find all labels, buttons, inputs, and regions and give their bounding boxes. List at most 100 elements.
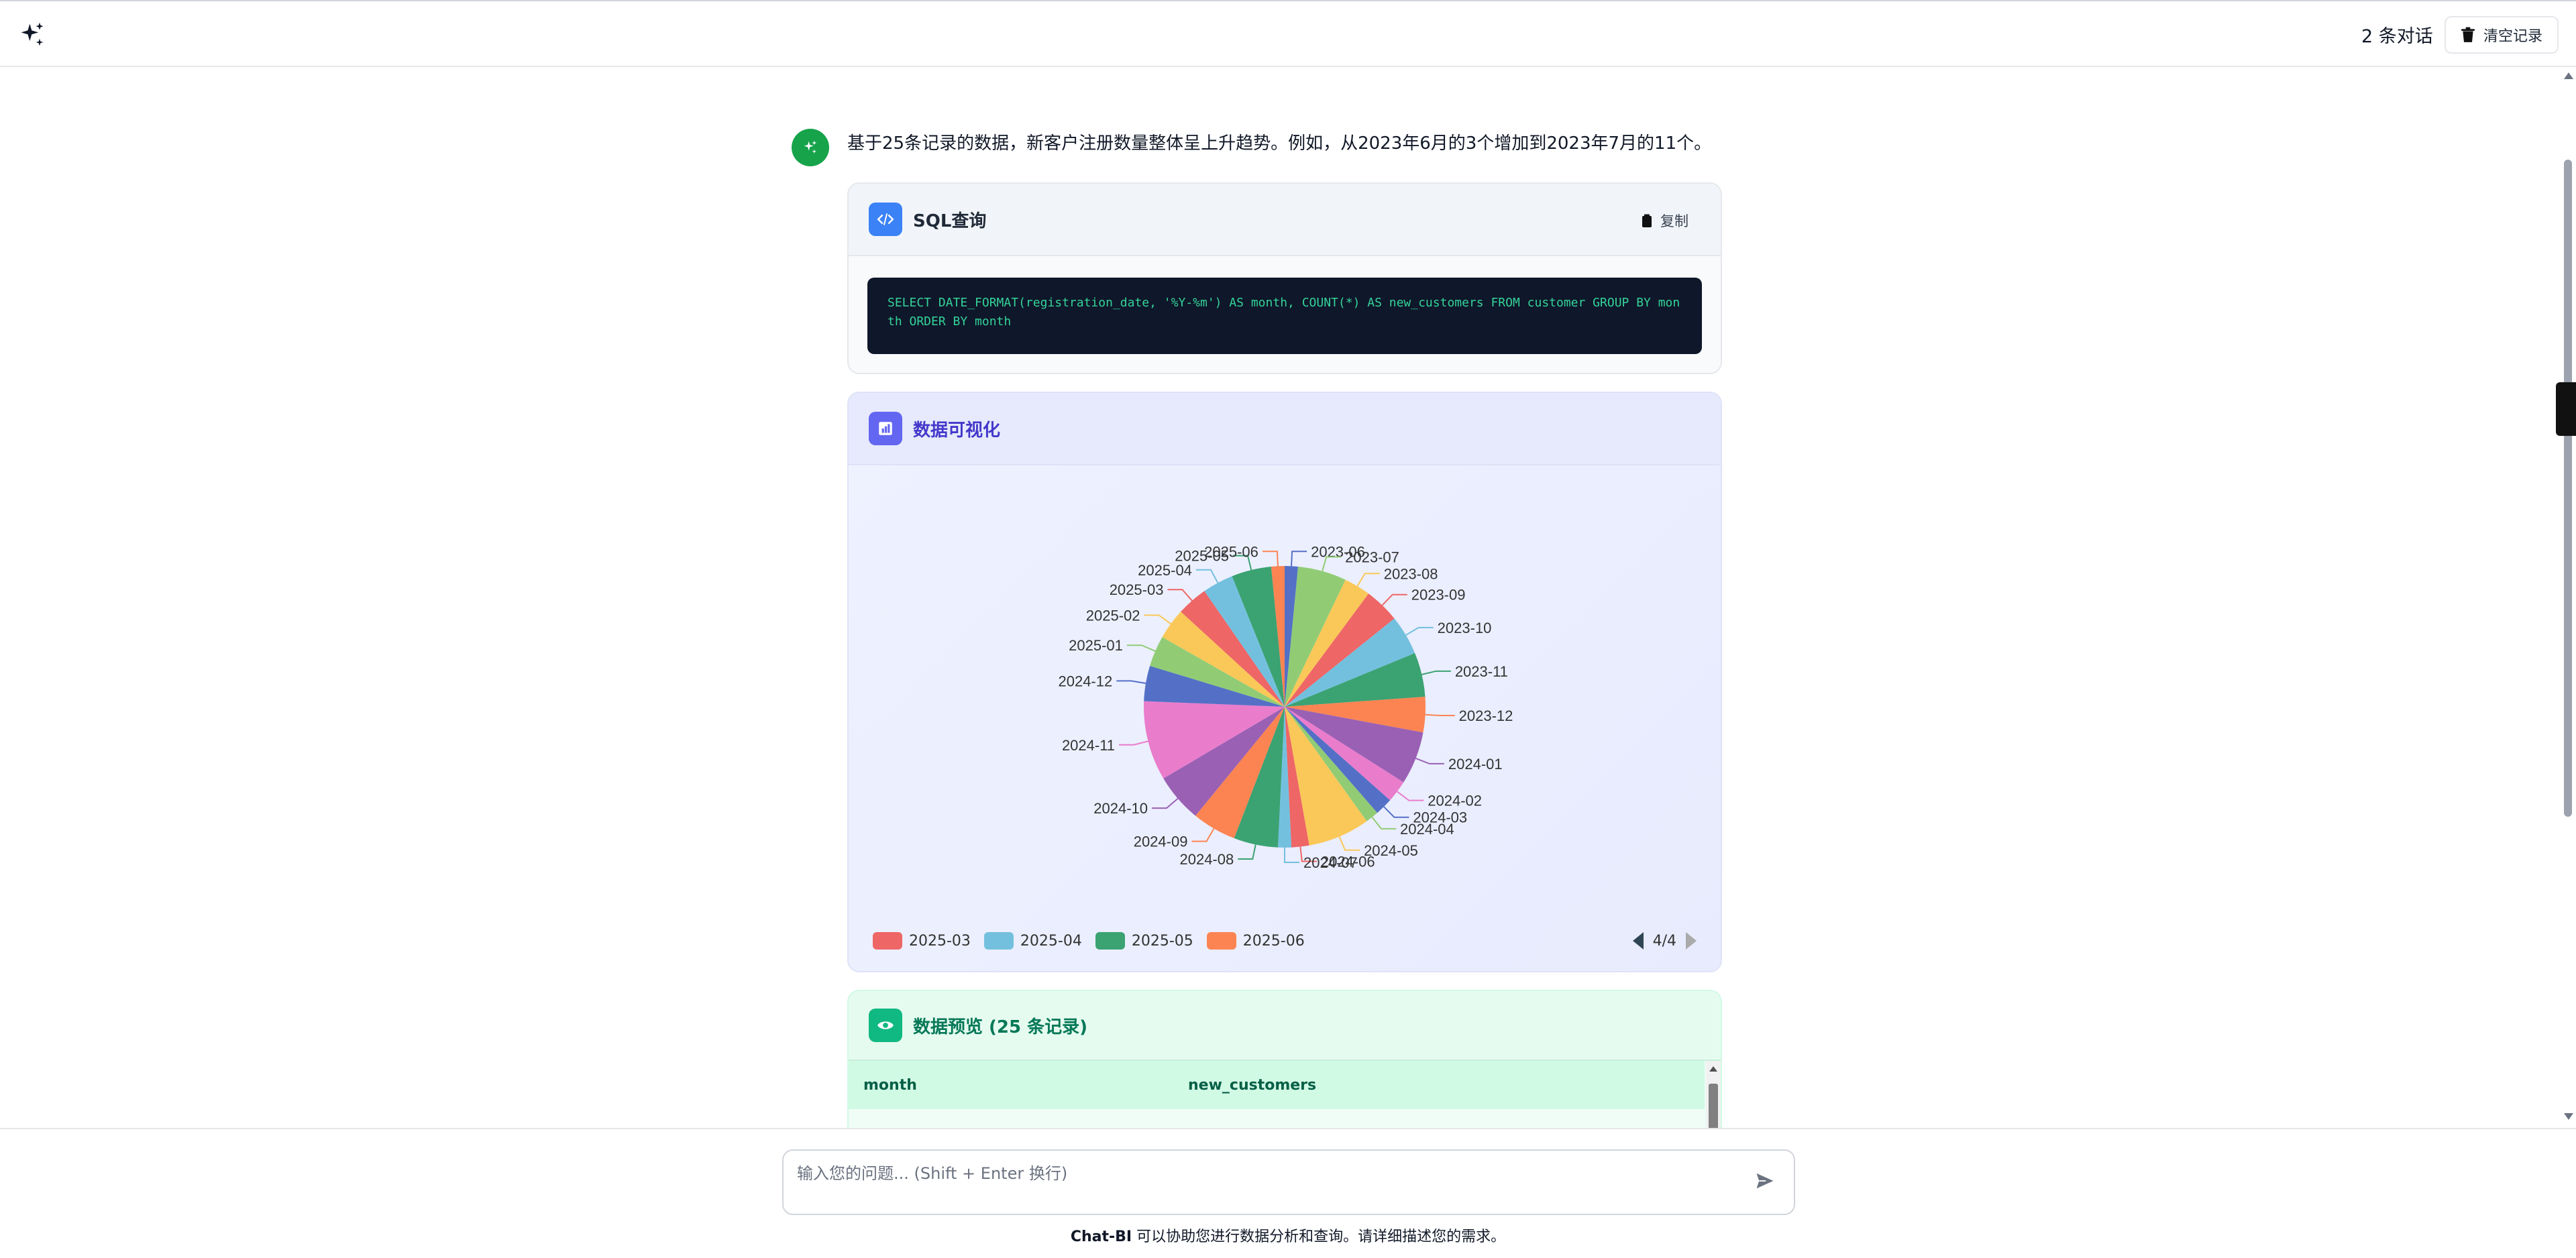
table-scroll-up-icon[interactable] [1709,1066,1717,1072]
pie-label-line [1195,569,1219,583]
pie-label-line [1405,626,1434,636]
pie-slice-label: 2023-12 [1459,707,1513,724]
pie-label-line [1284,848,1299,863]
legend-item[interactable]: 2025-03 [873,932,971,950]
pie-slice-label: 2023-11 [1455,663,1508,680]
scroll-down-arrow-icon[interactable] [2564,1113,2573,1120]
footer-brand: Chat-BI [1070,1228,1132,1245]
viz-card-header: 数据可视化 [849,393,1721,465]
pie-label-line [1152,798,1179,809]
legend-swatch [873,932,902,950]
clipboard-icon [1642,214,1652,227]
scroll-up-arrow-icon[interactable] [2564,72,2573,79]
pie-label-line [1356,573,1380,587]
data-preview-card: 数据预览 (25 条记录) month new_customers [847,990,1722,1131]
column-header-new-customers[interactable]: new_customers [1188,1077,1316,1094]
legend-swatch [1206,932,1236,950]
pie-slice-label: 2025-01 [1069,637,1123,654]
visualization-card: 数据可视化 2023-06 2023-07 2023-08 2023-09 2023-1… [847,392,1722,972]
legend-label: 2025-06 [1242,932,1305,950]
copy-sql-button[interactable]: 复制 [1642,211,1688,231]
pie-slice-label: 2024-04 [1400,821,1454,838]
conversation-count: 2 条对话 [2361,26,2433,47]
pie-label-line [1262,551,1279,567]
assistant-answer-text: 基于25条记录的数据，新客户注册数量整体呈上升趋势。例如，从2023年6月的3个… [847,133,1712,154]
pie-label-line [1191,828,1215,842]
pie-label-line [1119,740,1148,746]
pie-slice-label: 2024-10 [1093,800,1148,817]
table-header-row: month new_customers [849,1061,1705,1109]
chat-input[interactable] [797,1160,1723,1187]
clear-history-label: 清空记录 [2483,28,2542,45]
pie-label-line [1371,817,1397,830]
page-scrollbar-thumb[interactable] [2564,160,2572,817]
legend-item[interactable]: 2025-06 [1206,932,1305,950]
pie-slice-label: 2024-07 [1303,854,1358,871]
pie-slice-label: 2024-09 [1134,834,1188,850]
sql-card-title: SQL查询 [913,211,987,231]
pie-slice-label: 2024-01 [1448,756,1503,773]
code-icon [869,203,902,236]
pie-slice-label: 2024-11 [1062,737,1115,754]
table-scrollbar[interactable] [1706,1061,1721,1131]
pie-chart[interactable]: 2023-062023-072023-082023-092023-102023-… [849,465,1721,928]
data-card-header: 数据预览 (25 条记录) [849,991,1721,1061]
pie-slice-label: 2024-02 [1428,793,1482,809]
top-bar: 2 条对话 清空记录 [0,0,2576,67]
pie-label-line [1238,844,1256,860]
sparkles-icon[interactable] [17,20,47,50]
legend-prev-icon[interactable] [1632,932,1644,950]
legend-swatch [1095,932,1125,950]
pie-slice-label: 2025-02 [1086,607,1140,624]
pie-label-line [1167,589,1193,602]
pie-label-line [1397,791,1424,801]
pie-slice-label: 2023-10 [1438,620,1492,636]
legend-swatch [983,932,1014,950]
legend-page-indicator: 4/4 [1652,932,1676,950]
send-icon[interactable] [1755,1171,1775,1191]
legend-item[interactable]: 2025-05 [1095,932,1193,950]
column-header-month[interactable]: month [863,1077,917,1094]
footer-note: Chat-BI 可以协助您进行数据分析和查询。请详细描述您的需求。 [0,1224,2576,1246]
pie-label-line [1383,806,1409,818]
legend-label: 2025-05 [1131,932,1193,950]
pie-label-line [1144,614,1171,625]
legend-next-icon[interactable] [1686,932,1697,950]
pie-slice-label: 2024-12 [1058,673,1112,689]
sparkles-icon [804,140,817,154]
legend-label: 2025-03 [909,932,971,950]
eye-icon [869,1009,902,1042]
pie-label-line [1415,757,1444,764]
data-card-title: 数据预览 (25 条记录) [913,1017,1088,1037]
pie-slice-label: 2025-03 [1110,581,1164,598]
pie-slice-label: 2023-09 [1411,587,1466,604]
sql-card-header: SQL查询 复制 [849,184,1721,256]
legend-item[interactable]: 2025-04 [983,932,1082,950]
clear-history-button[interactable]: 清空记录 [2445,16,2559,54]
legend-pager: 4/4 [1632,932,1697,950]
pie-label-line [1116,680,1146,684]
side-panel-tab[interactable] [2556,382,2576,436]
chat-input-area: Chat-BI 可以协助您进行数据分析和查询。请详细描述您的需求。 [0,1128,2576,1258]
copy-label: 复制 [1660,213,1688,229]
pie-slice-label: 2023-08 [1384,565,1438,582]
table-scrollbar-thumb[interactable] [1709,1084,1718,1131]
pie-label-line [1421,670,1451,675]
legend-label: 2025-04 [1020,932,1082,950]
sql-code-block: SELECT DATE_FORMAT(registration_date, '%… [867,278,1702,354]
pie-slice-label: 2023-07 [1345,549,1399,565]
assistant-avatar [792,129,829,166]
chart-icon [869,412,902,445]
viz-card-title: 数据可视化 [913,420,1001,441]
sql-query-card: SQL查询 复制 SELECT DATE_FORMAT(registration… [847,182,1722,374]
pie-slice-label: 2025-06 [1204,543,1258,560]
chat-input-box[interactable] [782,1149,1795,1215]
chart-legend: 2025-03 2025-04 2025-05 2025-06 [873,932,1305,950]
footer-text: 可以协助您进行数据分析和查询。请详细描述您的需求。 [1132,1228,1506,1245]
trash-icon [2461,27,2475,42]
pie-label-line [1126,644,1156,652]
pie-slice-label: 2024-08 [1179,851,1234,868]
pie-label-line [1425,713,1455,716]
pie-label-line [1338,836,1360,851]
pie-label-line [1291,551,1307,567]
